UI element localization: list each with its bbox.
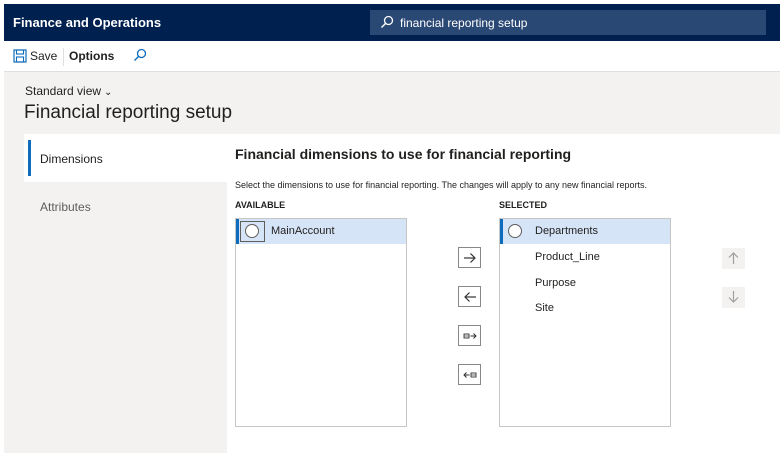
tab-label: Attributes bbox=[40, 200, 91, 214]
list-item-label: Site bbox=[535, 302, 554, 314]
tab-attributes[interactable]: Attributes bbox=[24, 182, 227, 230]
move-down-button[interactable] bbox=[722, 287, 745, 308]
chevron-down-icon: ⌄ bbox=[104, 87, 113, 98]
action-pane: Save Options bbox=[4, 41, 780, 72]
vertical-tabs: Dimensions Attributes bbox=[24, 134, 227, 453]
row-select-radio[interactable] bbox=[508, 224, 522, 238]
tab-label: Dimensions bbox=[40, 152, 103, 166]
move-all-right-button[interactable] bbox=[458, 325, 481, 346]
dimensions-panel: Financial dimensions to use for financia… bbox=[227, 134, 780, 453]
action-search-icon[interactable] bbox=[133, 48, 147, 62]
list-item-label: Departments bbox=[535, 225, 598, 237]
list-item-label: Purpose bbox=[535, 277, 576, 289]
selected-label: SELECTED bbox=[499, 200, 548, 210]
arrow-right-icon bbox=[464, 253, 476, 263]
selected-list[interactable]: Departments Product_Line Purpose Site bbox=[499, 218, 671, 427]
move-up-button[interactable] bbox=[722, 248, 745, 269]
view-selector-label: Standard view bbox=[25, 84, 102, 98]
save-icon[interactable] bbox=[13, 49, 27, 63]
options-button[interactable]: Options bbox=[69, 49, 114, 63]
list-item-label: MainAccount bbox=[271, 225, 335, 237]
arrow-up-icon bbox=[728, 252, 739, 264]
save-button[interactable]: Save bbox=[30, 49, 57, 63]
view-selector[interactable]: Standard view ⌄ bbox=[25, 84, 112, 98]
tab-dimensions[interactable]: Dimensions bbox=[24, 134, 227, 182]
move-right-button[interactable] bbox=[458, 247, 481, 268]
app-title[interactable]: Finance and Operations bbox=[13, 15, 161, 30]
move-left-button[interactable] bbox=[458, 286, 481, 307]
global-search-box[interactable]: financial reporting setup bbox=[370, 10, 766, 35]
move-all-right-icon bbox=[463, 333, 477, 339]
section-title: Financial dimensions to use for financia… bbox=[235, 146, 572, 162]
list-item[interactable]: Product_Line bbox=[500, 245, 670, 270]
page-body: Standard view ⌄ Financial reporting setup… bbox=[4, 72, 780, 453]
list-item[interactable]: Purpose bbox=[500, 271, 670, 296]
list-item[interactable]: Site bbox=[500, 296, 670, 321]
row-select-radio[interactable] bbox=[245, 224, 259, 238]
available-list[interactable]: MainAccount bbox=[235, 218, 407, 427]
section-description: Select the dimensions to use for financi… bbox=[235, 180, 648, 190]
top-nav-bar: Finance and Operations financial reporti… bbox=[4, 4, 780, 41]
page-title: Financial reporting setup bbox=[24, 102, 233, 123]
arrow-down-icon bbox=[728, 291, 739, 303]
action-divider bbox=[63, 48, 64, 66]
arrow-left-icon bbox=[464, 292, 476, 302]
global-search-input[interactable]: financial reporting setup bbox=[400, 16, 527, 30]
list-item[interactable]: Departments bbox=[500, 219, 670, 244]
search-icon bbox=[381, 15, 394, 28]
available-label: AVAILABLE bbox=[235, 200, 286, 210]
list-item-label: Product_Line bbox=[535, 251, 600, 263]
move-all-left-button[interactable] bbox=[458, 364, 481, 385]
move-all-left-icon bbox=[463, 372, 477, 378]
list-item[interactable]: MainAccount bbox=[236, 219, 406, 244]
